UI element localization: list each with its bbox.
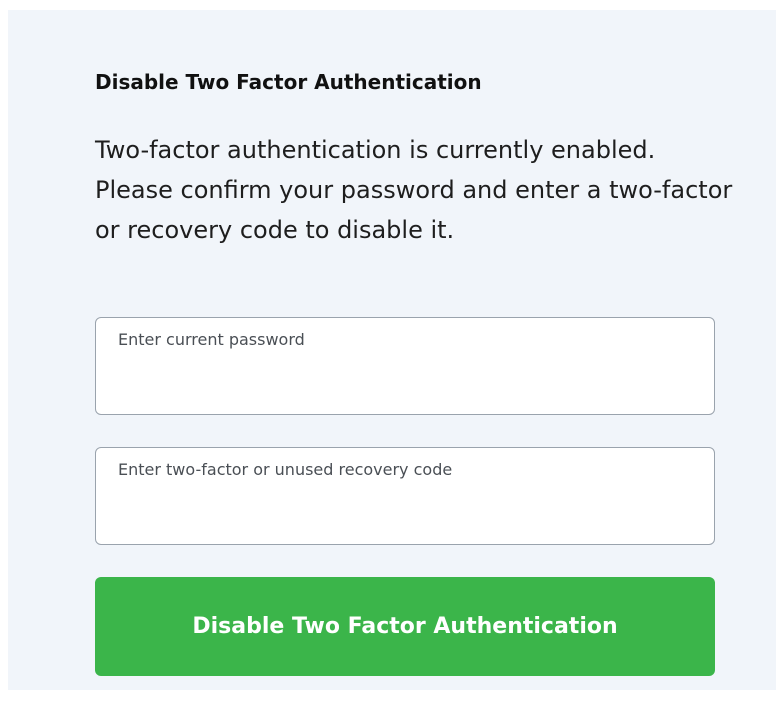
current-password-field[interactable]: Enter current password (95, 317, 715, 415)
disable-2fa-panel: Disable Two Factor Authentication Two-fa… (8, 10, 776, 690)
disable-2fa-button[interactable]: Disable Two Factor Authentication (95, 577, 715, 676)
disable-2fa-button-label: Disable Two Factor Authentication (192, 614, 618, 639)
current-password-input[interactable] (118, 366, 692, 400)
two-factor-code-label: Enter two-factor or unused recovery code (118, 460, 453, 479)
panel-description: Two-factor authentication is currently e… (95, 136, 733, 244)
panel-title: Disable Two Factor Authentication (95, 70, 482, 94)
two-factor-code-input[interactable] (118, 496, 692, 530)
two-factor-code-field[interactable]: Enter two-factor or unused recovery code (95, 447, 715, 545)
current-password-label: Enter current password (118, 330, 305, 349)
